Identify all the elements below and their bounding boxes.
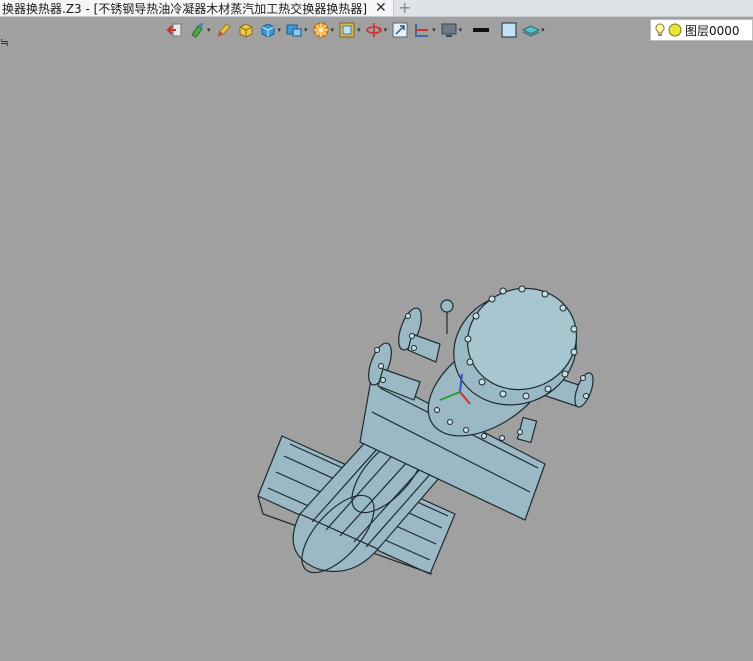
exit-icon: [166, 23, 182, 37]
new-tab-button[interactable]: +: [398, 0, 411, 17]
document-tab-title: 换器换热器.Z3 - [不锈钢导热油冷凝器木材蒸汽加工热交换器换热器]: [2, 1, 367, 16]
rotate-button[interactable]: ▾: [365, 19, 388, 41]
layer-color-icon[interactable]: [668, 23, 682, 37]
rotate-icon: [365, 23, 382, 37]
chevron-down-icon[interactable]: ▾: [278, 26, 282, 34]
paint-icon: [191, 23, 203, 38]
chevron-down-icon[interactable]: ▾: [331, 26, 335, 34]
tab-bar: 换器换热器.Z3 - [不锈钢导热油冷凝器木材蒸汽加工热交换器换热器] ✕ +: [0, 0, 753, 17]
layer-stack-button[interactable]: ▾: [522, 19, 545, 41]
box-yellow-icon: [239, 23, 253, 38]
paint-button[interactable]: ▾: [188, 19, 211, 41]
layer-selector[interactable]: 图层0000: [650, 19, 753, 41]
3d-viewport[interactable]: [0, 44, 753, 657]
chevron-down-icon[interactable]: ▾: [207, 26, 211, 34]
layer-name: 图层0000: [685, 23, 740, 38]
line-weight-icon: [473, 28, 490, 32]
view-toolbar: ▾ ▾ ▾ ▾ ▾ ▾ ▾ ▾ ▾: [166, 18, 545, 42]
document-tab[interactable]: 换器换热器.Z3 - [不锈钢导热油冷凝器木材蒸汽加工热交换器换热器] ✕: [0, 0, 394, 16]
line-weight-button[interactable]: [472, 19, 490, 41]
pencil-icon: [216, 23, 231, 37]
chevron-down-icon[interactable]: ▾: [459, 26, 463, 34]
fit-button[interactable]: [391, 19, 409, 41]
color-swatch-button[interactable]: [500, 19, 518, 41]
section-button[interactable]: ▾: [413, 19, 436, 41]
chevron-down-icon[interactable]: ▾: [432, 26, 436, 34]
cube-button[interactable]: ▾: [259, 19, 282, 41]
part-icon: [286, 24, 302, 37]
render-icon: [313, 22, 329, 38]
cube-icon: [261, 23, 275, 38]
close-icon[interactable]: ✕: [375, 0, 387, 16]
pencil-button[interactable]: [215, 19, 233, 41]
display-button[interactable]: ▾: [440, 19, 463, 41]
fit-icon: [392, 22, 408, 38]
color-swatch-icon: [501, 22, 517, 38]
view-button[interactable]: ▾: [338, 19, 361, 41]
lightbulb-icon[interactable]: [655, 23, 665, 37]
layer-stack-icon: [522, 25, 541, 37]
box-yellow-button[interactable]: [237, 19, 255, 41]
chevron-down-icon[interactable]: ▾: [384, 26, 388, 34]
chevron-down-icon[interactable]: ▾: [304, 26, 308, 34]
chevron-down-icon[interactable]: ▾: [541, 26, 545, 34]
section-icon: [415, 24, 429, 37]
view-icon: [339, 22, 355, 38]
render-button[interactable]: ▾: [312, 19, 335, 41]
chevron-down-icon[interactable]: ▾: [357, 26, 361, 34]
heat-exchanger-model: [257, 285, 594, 575]
part-button[interactable]: ▾: [285, 19, 308, 41]
display-icon: [441, 23, 457, 37]
exit-button[interactable]: [166, 19, 184, 41]
